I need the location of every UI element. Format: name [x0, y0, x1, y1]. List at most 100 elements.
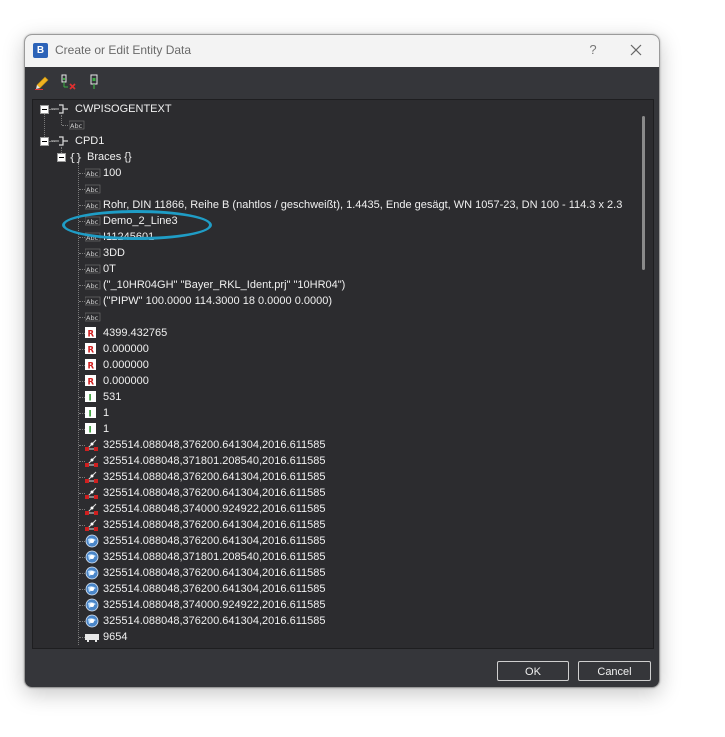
- tree-node-label: 0.000000: [103, 375, 149, 387]
- svg-text:R: R: [88, 346, 95, 356]
- tree-node-label: ("_10HR04GH" "Bayer_RKL_Ident.prj" "10HR…: [103, 279, 346, 291]
- tree-node[interactable]: R 4399.432765: [33, 325, 633, 341]
- tree-node-label: CWPISOGENTEXT: [75, 103, 172, 115]
- tree-node[interactable]: Abc: [33, 181, 633, 197]
- cancel-button[interactable]: Cancel: [578, 661, 651, 681]
- tree-node-label: Rohr, DIN 11866, Reihe B (nahtlos / gesc…: [103, 199, 623, 211]
- tree-node[interactable]: R 0.000000: [33, 341, 633, 357]
- tree-node[interactable]: Abc ("PIPW" 100.0000 114.3000 18 0.0000 0…: [33, 293, 633, 309]
- title-bar: B Create or Edit Entity Data ?: [25, 35, 659, 68]
- real-icon: R: [85, 343, 99, 356]
- svg-text:Abc: Abc: [86, 266, 99, 274]
- delete-button[interactable]: [60, 74, 76, 90]
- string-icon: Abc: [84, 247, 101, 259]
- tree-node-label: 325514.088048,376200.641304,2016.611585: [103, 615, 326, 627]
- tree-node[interactable]: 325514.088048,374000.924922,2016.611585: [33, 501, 633, 517]
- tree-node[interactable]: {} Braces {}: [33, 149, 633, 165]
- integer-icon: I: [85, 407, 99, 420]
- close-button[interactable]: [624, 40, 648, 60]
- svg-text:I: I: [89, 394, 92, 404]
- tree-node[interactable]: 325514.088048,376200.641304,2016.611585: [33, 613, 633, 629]
- tree-node[interactable]: Abc ("_10HR04GH" "Bayer_RKL_Ident.prj" "1…: [33, 277, 633, 293]
- dialog-title: Create or Edit Entity Data: [55, 43, 192, 57]
- world-point-icon: [85, 566, 99, 580]
- edit-button[interactable]: [34, 74, 50, 90]
- tree-node[interactable]: 325514.088048,371801.208540,2016.611585: [33, 549, 633, 565]
- integer-icon: I: [85, 423, 99, 436]
- tree-node[interactable]: I1: [33, 421, 633, 437]
- world-point-icon: [85, 598, 99, 612]
- tree-node[interactable]: 325514.088048,376200.641304,2016.611585: [33, 485, 633, 501]
- world-point-icon: [85, 534, 99, 548]
- tree-node-label: 325514.088048,371801.208540,2016.611585: [103, 455, 326, 467]
- string-icon: Abc: [84, 311, 101, 323]
- tree-node[interactable]: 325514.088048,376200.641304,2016.611585: [33, 565, 633, 581]
- tree-node-label: 325514.088048,371801.208540,2016.611585: [103, 551, 326, 563]
- help-button[interactable]: ?: [583, 40, 603, 60]
- toolbar: [25, 67, 659, 95]
- tree-node-label: CPD1: [75, 135, 105, 147]
- tree-node-label: 9654: [103, 631, 128, 643]
- collapse-toggle[interactable]: [40, 105, 49, 114]
- svg-text:I: I: [89, 410, 92, 420]
- tree-node[interactable]: Abc: [33, 117, 633, 133]
- tree-node-label: 0.000000: [103, 343, 149, 355]
- ok-button[interactable]: OK: [497, 661, 569, 681]
- tree-node[interactable]: 325514.088048,371801.208540,2016.611585: [33, 453, 633, 469]
- string-icon: Abc: [84, 279, 101, 291]
- tree-node-label: 531: [103, 391, 122, 403]
- tree-node-label: 325514.088048,374000.924922,2016.611585: [103, 599, 326, 611]
- tree-node-label: 325514.088048,376200.641304,2016.611585: [103, 583, 326, 595]
- horizontal-scrollbar[interactable]: [33, 646, 635, 648]
- real-icon: R: [85, 375, 99, 388]
- tree-node[interactable]: Abc 3DD: [33, 245, 633, 261]
- real-icon: R: [85, 327, 99, 340]
- entity-data-tree[interactable]: CWPISOGENTEXT Abc CPD1{} Braces {} Abc 100 Abc…: [32, 99, 654, 649]
- string-icon: Abc: [84, 167, 101, 179]
- svg-text:Abc: Abc: [86, 314, 99, 322]
- braces-icon: {}: [69, 151, 83, 164]
- tree-node[interactable]: R 0.000000: [33, 357, 633, 373]
- svg-text:Abc: Abc: [70, 122, 83, 130]
- tree-node-label: Braces {}: [87, 151, 132, 163]
- tree-node[interactable]: CWPISOGENTEXT: [33, 101, 633, 117]
- tree-node[interactable]: 325514.088048,376200.641304,2016.611585: [33, 581, 633, 597]
- tree-node[interactable]: Abc 0T: [33, 261, 633, 277]
- tree-node-label: 3DD: [103, 247, 126, 259]
- point-icon: [85, 470, 99, 483]
- collapse-toggle[interactable]: [57, 153, 66, 162]
- edit-icon: [35, 76, 49, 90]
- tree-node-label: 325514.088048,376200.641304,2016.611585: [103, 519, 326, 531]
- add-button[interactable]: [88, 74, 104, 90]
- world-point-icon: [85, 550, 99, 564]
- svg-text:{}: {}: [69, 151, 82, 163]
- svg-text:R: R: [88, 330, 95, 340]
- svg-text:I: I: [89, 426, 92, 436]
- scrollbar-thumb[interactable]: [642, 116, 645, 270]
- svg-text:Abc: Abc: [86, 170, 99, 178]
- tree-node[interactable]: 325514.088048,374000.924922,2016.611585: [33, 597, 633, 613]
- tree-node[interactable]: I1: [33, 405, 633, 421]
- point-icon: [85, 438, 99, 451]
- tree-node[interactable]: Abc 100: [33, 165, 633, 181]
- tree-node[interactable]: I 531: [33, 389, 633, 405]
- svg-text:Abc: Abc: [86, 250, 99, 258]
- tree-node[interactable]: Abc: [33, 309, 633, 325]
- tree-node-label: 325514.088048,376200.641304,2016.611585: [103, 567, 326, 579]
- tree-node[interactable]: 325514.088048,376200.641304,2016.611585: [33, 517, 633, 533]
- tree-node[interactable]: 9654: [33, 629, 633, 645]
- tree-node[interactable]: CPD1: [33, 133, 633, 149]
- string-icon: Abc: [68, 119, 85, 131]
- app-node-icon: [51, 135, 68, 147]
- tree-node[interactable]: R 0.000000: [33, 373, 633, 389]
- collapse-toggle[interactable]: [40, 137, 49, 146]
- app-node-icon: [51, 103, 68, 115]
- tree-node-label: 100: [103, 167, 122, 179]
- tree-node[interactable]: 325514.088048,376200.641304,2016.611585: [33, 469, 633, 485]
- vertical-scrollbar[interactable]: [635, 100, 652, 648]
- tree-node[interactable]: 325514.088048,376200.641304,2016.611585: [33, 533, 633, 549]
- tree-node[interactable]: 325514.088048,376200.641304,2016.611585: [33, 437, 633, 453]
- tree-node-label: 0T: [103, 263, 116, 275]
- world-point-icon: [85, 614, 99, 628]
- tree-node-label: 325514.088048,376200.641304,2016.611585: [103, 471, 326, 483]
